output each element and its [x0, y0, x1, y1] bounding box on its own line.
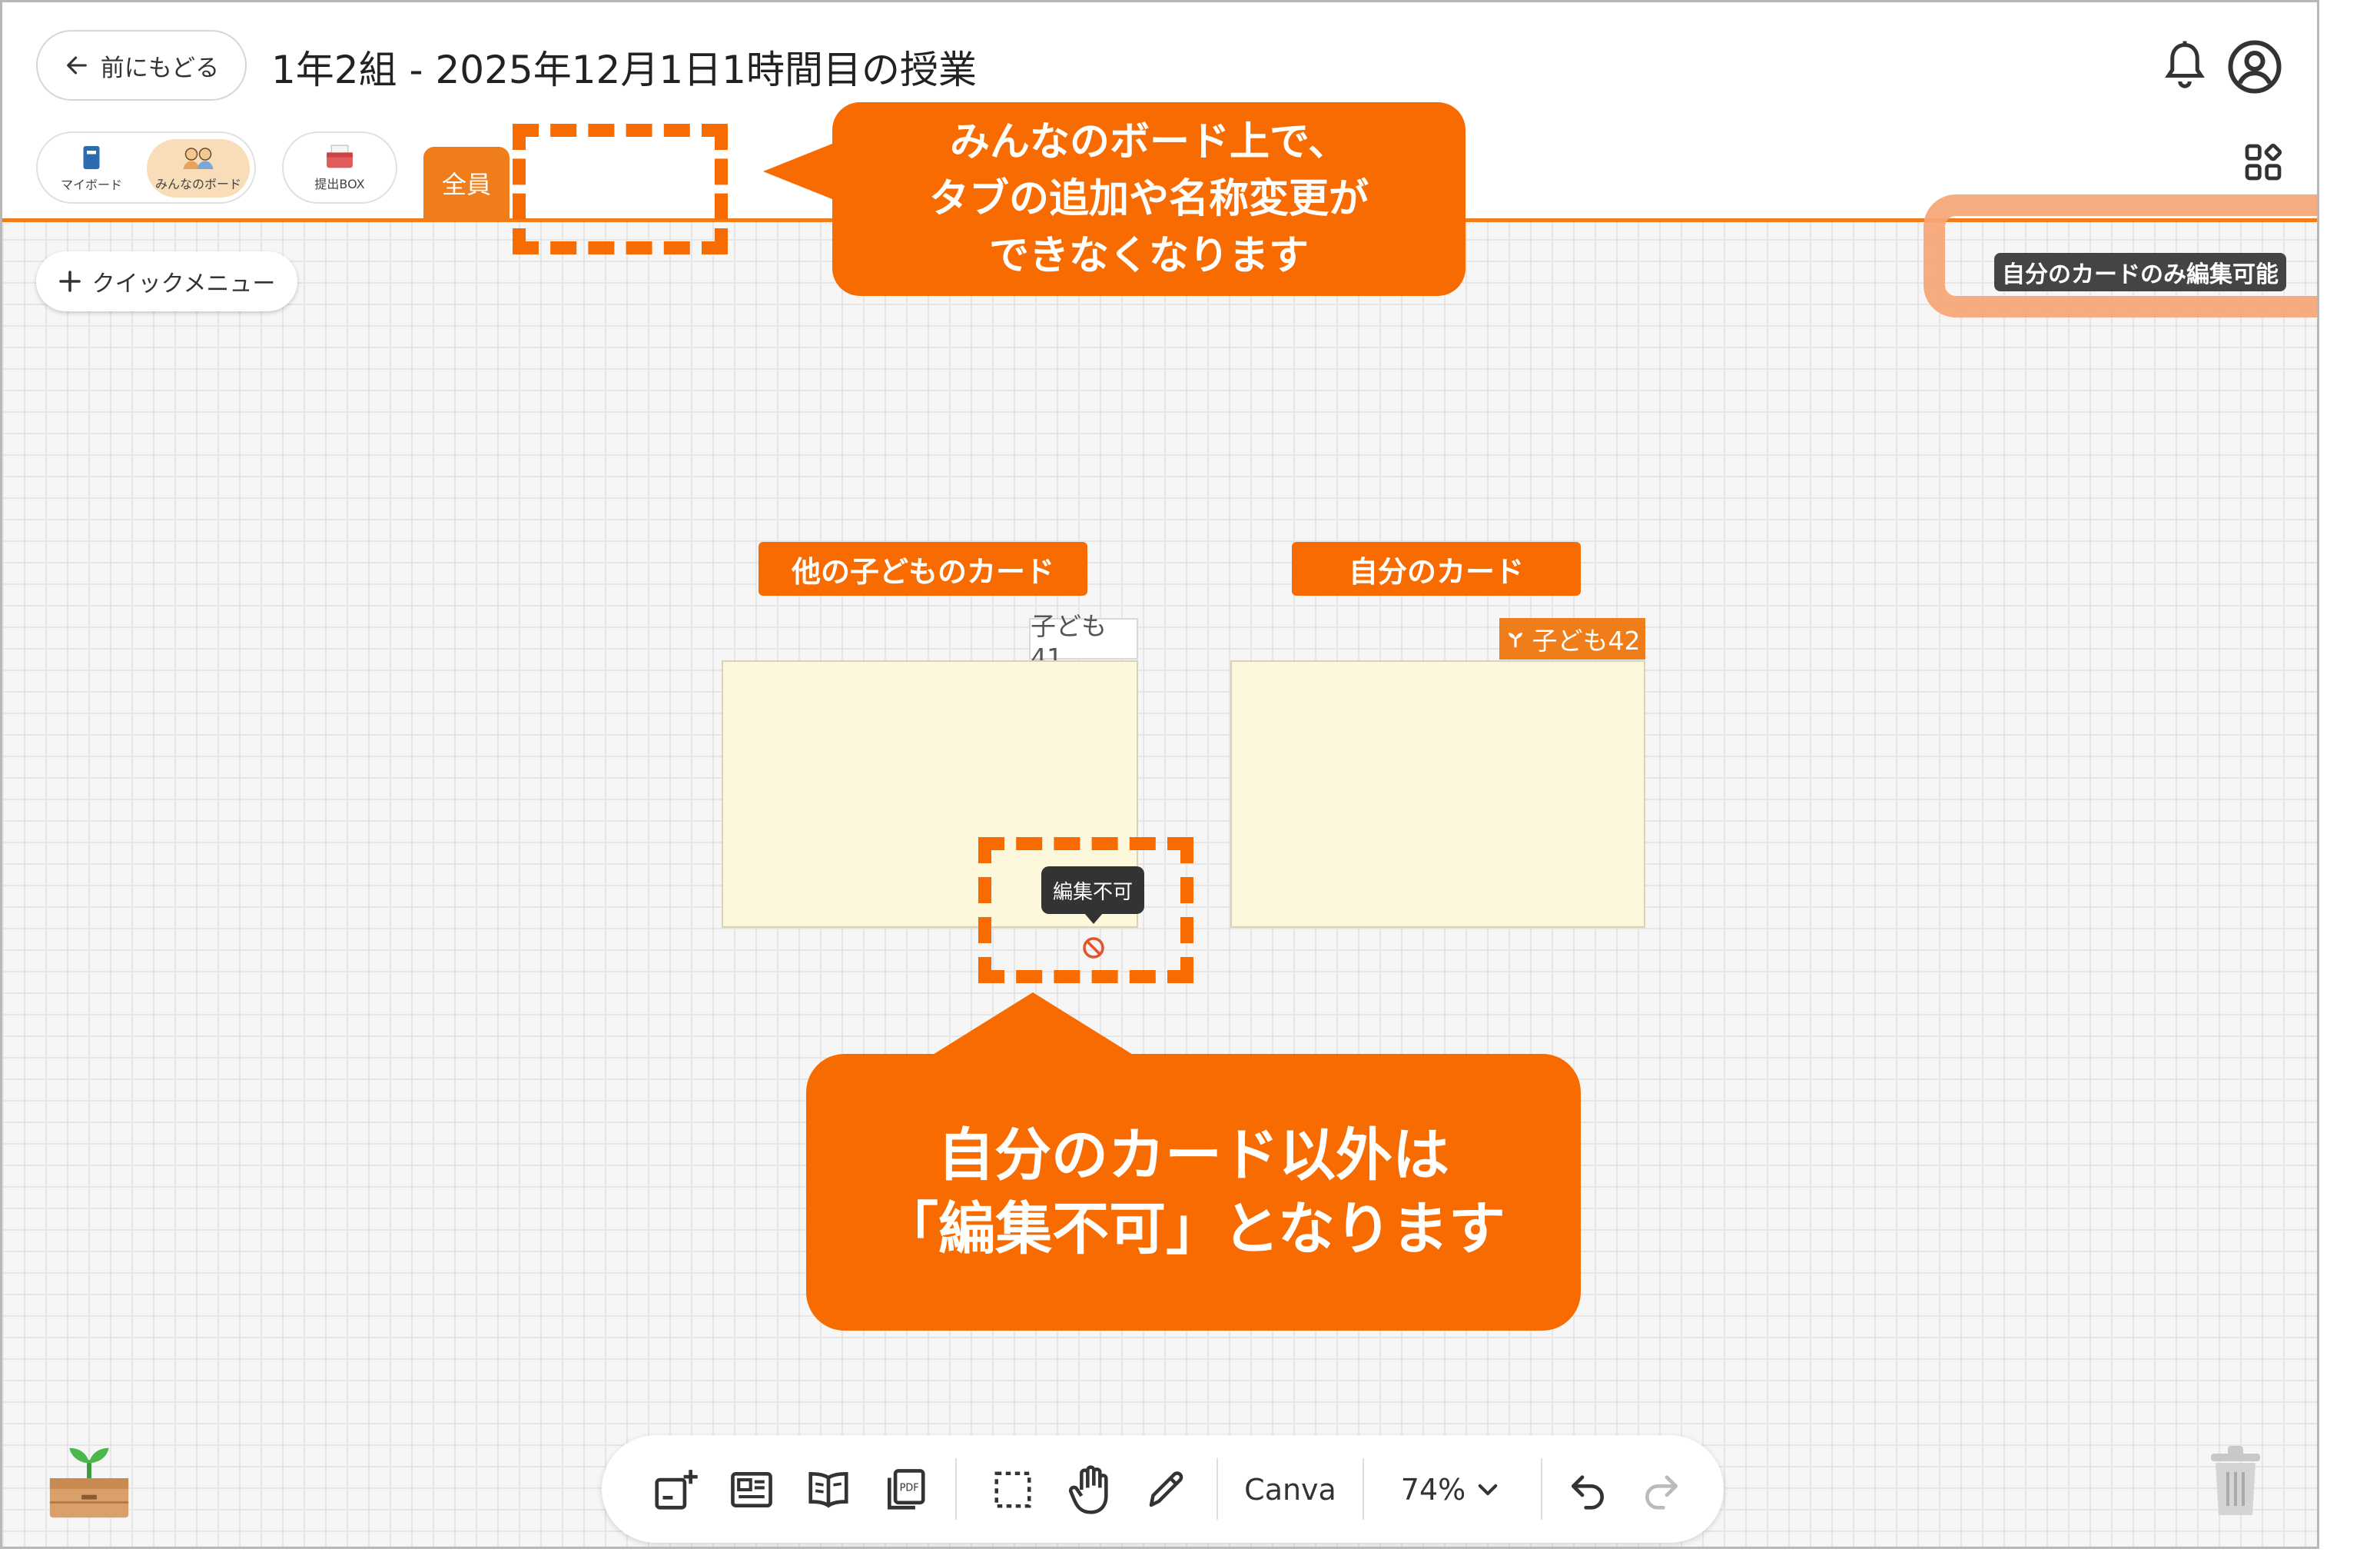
- everyone-board-button[interactable]: みんなのボード: [147, 139, 250, 198]
- apps-grid-icon[interactable]: [2242, 141, 2285, 184]
- toolbar-divider: [1363, 1458, 1364, 1520]
- everyone-board-label: みんなのボード: [154, 177, 241, 191]
- undo-button[interactable]: [1561, 1463, 1615, 1517]
- plus-icon: [58, 271, 81, 292]
- callout-line: できなくなります: [988, 233, 1309, 279]
- hand-tool-button[interactable]: [1063, 1463, 1117, 1517]
- chevron-down-icon: [1478, 1484, 1498, 1496]
- my-board-label: マイボード: [60, 178, 122, 192]
- tab-all[interactable]: 全員: [423, 147, 510, 218]
- tab-area-highlight: [513, 124, 728, 254]
- pen-icon: [1149, 1471, 1183, 1507]
- my-board-button[interactable]: マイボード: [45, 139, 138, 198]
- callout-line: タブの追加や名称変更が: [928, 176, 1369, 222]
- user-icon[interactable]: [2227, 39, 2282, 95]
- callout-top-pointer: [763, 141, 840, 202]
- submit-box-label: 提出BOX: [314, 177, 365, 191]
- hand-icon: [1068, 1465, 1108, 1514]
- seedling-box-icon[interactable]: [44, 1441, 134, 1521]
- back-button[interactable]: 前にもどる: [36, 30, 247, 101]
- select-icon: [994, 1471, 1031, 1508]
- edit-badge-highlight: [1924, 194, 2317, 317]
- add-card-icon: [655, 1470, 698, 1510]
- card-label-mine: 自分のカード: [1292, 542, 1581, 596]
- back-label: 前にもどる: [100, 54, 220, 82]
- quick-menu-button[interactable]: クイックメニュー: [36, 251, 297, 311]
- zoom-value: 74%: [1400, 1473, 1466, 1507]
- zoom-select[interactable]: 74%: [1378, 1463, 1524, 1517]
- card-owner-tag-mine: 子ども42: [1499, 618, 1645, 660]
- no-edit-highlight: [978, 837, 1193, 983]
- callout-line: みんなのボード上で、: [950, 119, 1348, 165]
- bottom-toolbar: PDF Canva 74%: [602, 1435, 1724, 1543]
- app-frame: 前にもどる 1年2組 - 2025年12月1日1時間目の授業 マイボード みんな…: [0, 0, 2319, 1549]
- back-arrow-icon: [66, 56, 87, 75]
- redo-button[interactable]: [1635, 1463, 1688, 1517]
- pdf-button[interactable]: PDF: [878, 1463, 932, 1517]
- owner-name: 子ども42: [1532, 626, 1641, 656]
- submit-box-icon: [327, 145, 353, 168]
- canva-button[interactable]: Canva: [1236, 1463, 1344, 1517]
- card-label-other: 他の子どものカード: [758, 542, 1087, 596]
- board-switch: マイボード みんなのボード: [36, 131, 256, 204]
- card-layout-icon: [731, 1472, 772, 1507]
- quick-menu-label: クイックメニュー: [91, 271, 276, 297]
- people-icon: [183, 148, 214, 169]
- card-owner-tag-other: 子ども41: [1029, 611, 1138, 673]
- notebook-icon: [83, 146, 100, 169]
- callout-tab-restriction: みんなのボード上で、 タブの追加や名称変更が できなくなります: [832, 102, 1466, 296]
- card-mine[interactable]: [1230, 660, 1645, 928]
- pdf-icon: PDF: [888, 1469, 925, 1510]
- trash-icon[interactable]: [2205, 1441, 2266, 1518]
- toolbar-divider: [1541, 1458, 1542, 1520]
- book-icon: [808, 1472, 848, 1508]
- submit-box-button[interactable]: 提出BOX: [282, 131, 397, 204]
- undo-icon: [1572, 1475, 1604, 1510]
- svg-text:PDF: PDF: [900, 1482, 919, 1494]
- toolbar-divider: [955, 1458, 957, 1520]
- sprout-icon: [1508, 633, 1522, 648]
- callout-bottom-pointer: [929, 992, 1137, 1057]
- callout-line: 「編集不可」となります: [881, 1196, 1505, 1262]
- bell-icon[interactable]: [2162, 39, 2208, 93]
- page-title: 1年2組 - 2025年12月1日1時間目の授業: [271, 48, 977, 92]
- pen-button[interactable]: [1140, 1463, 1193, 1517]
- callout-line: 自分のカード以外は: [938, 1122, 1449, 1188]
- redo-icon: [1645, 1475, 1678, 1510]
- select-button[interactable]: [986, 1463, 1040, 1517]
- card-layout-button[interactable]: [725, 1463, 778, 1517]
- callout-no-edit: 自分のカード以外は 「編集不可」となります: [806, 1054, 1581, 1331]
- book-button[interactable]: [802, 1463, 855, 1517]
- toolbar-divider: [1217, 1458, 1218, 1520]
- add-card-button[interactable]: [648, 1463, 702, 1517]
